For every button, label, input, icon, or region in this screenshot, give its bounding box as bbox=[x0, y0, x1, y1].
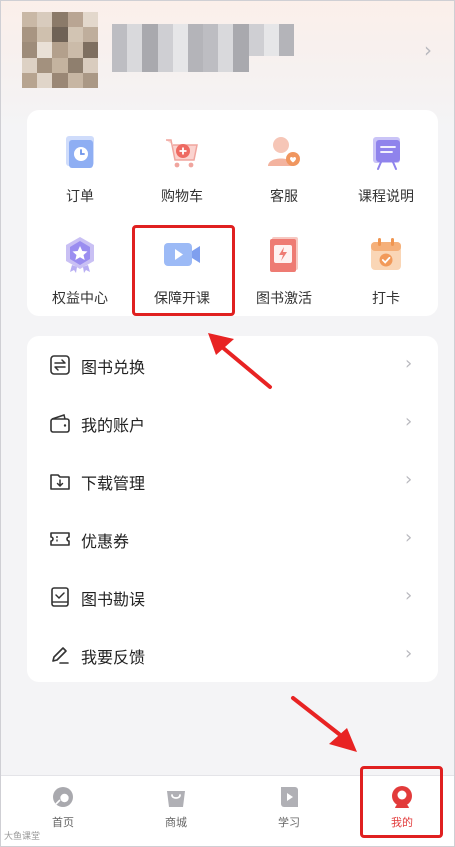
menu-item-my-account[interactable]: 我的账户 › bbox=[27, 394, 438, 452]
grid-item-guaranteed-course[interactable]: 保障开课 bbox=[131, 212, 233, 307]
profile-header[interactable]: › bbox=[0, 0, 455, 100]
menu-item-feedback[interactable]: 我要反馈 › bbox=[27, 626, 438, 684]
pencil-icon bbox=[49, 645, 71, 665]
profile-icon bbox=[389, 784, 415, 810]
grid-item-label: 图书激活 bbox=[256, 291, 312, 307]
order-icon bbox=[60, 132, 100, 172]
tab-label: 首页 bbox=[52, 816, 74, 829]
course-intro-icon bbox=[366, 132, 406, 172]
tab-label: 商城 bbox=[165, 816, 187, 829]
menu-list-card: 图书兑换 › 我的账户 › 下载管理 › 优惠券 › 图书勘误 › 我要反馈 › bbox=[27, 336, 438, 682]
shopping-cart-icon bbox=[162, 132, 202, 172]
function-grid-card: 订单 购物车 客服 课程说明 权益中心 保障开课 图书激活 打卡 bbox=[27, 110, 438, 316]
grid-item-label: 客服 bbox=[270, 189, 298, 205]
grid-item-label: 权益中心 bbox=[52, 291, 108, 307]
book-check-icon bbox=[49, 587, 71, 607]
exchange-icon bbox=[49, 355, 71, 375]
menu-item-coupons[interactable]: 优惠券 › bbox=[27, 510, 438, 568]
tab-shop[interactable]: 商城 bbox=[119, 776, 233, 847]
check-in-calendar-icon bbox=[366, 234, 406, 274]
menu-item-label: 图书勘误 bbox=[81, 590, 146, 609]
grid-item-label: 打卡 bbox=[372, 291, 400, 307]
grid-item-label: 购物车 bbox=[161, 189, 203, 205]
customer-service-icon bbox=[264, 132, 304, 172]
tab-label: 学习 bbox=[278, 816, 300, 829]
chevron-right-icon: › bbox=[405, 353, 413, 374]
tab-study[interactable]: 学习 bbox=[232, 776, 346, 847]
book-activate-icon bbox=[264, 234, 304, 274]
grid-item-benefits[interactable]: 权益中心 bbox=[29, 212, 131, 307]
play-book-icon bbox=[276, 784, 302, 810]
tab-mine[interactable]: 我的 bbox=[345, 776, 455, 847]
grid-item-cart[interactable]: 购物车 bbox=[131, 110, 233, 205]
home-icon bbox=[50, 784, 76, 810]
annotation-arrow-down-icon bbox=[291, 696, 357, 752]
chevron-right-icon: › bbox=[405, 643, 413, 664]
menu-item-label: 我的账户 bbox=[81, 416, 146, 435]
menu-item-label: 下载管理 bbox=[81, 474, 146, 493]
menu-item-label: 图书兑换 bbox=[81, 358, 146, 377]
download-folder-icon bbox=[49, 471, 71, 491]
coupon-icon bbox=[49, 529, 71, 549]
user-name-blurred bbox=[112, 24, 294, 72]
grid-item-label: 课程说明 bbox=[358, 189, 414, 205]
grid-item-book-activate[interactable]: 图书激活 bbox=[233, 212, 335, 307]
wallet-icon bbox=[49, 413, 71, 433]
shop-bag-icon bbox=[163, 784, 189, 810]
tab-label: 我的 bbox=[391, 816, 413, 829]
grid-item-service[interactable]: 客服 bbox=[233, 110, 335, 205]
menu-item-book-errata[interactable]: 图书勘误 › bbox=[27, 568, 438, 626]
video-camera-icon bbox=[162, 234, 202, 274]
watermark: 大鱼课堂 bbox=[4, 832, 41, 842]
menu-item-book-exchange[interactable]: 图书兑换 › bbox=[27, 336, 438, 394]
menu-item-download-manager[interactable]: 下载管理 › bbox=[27, 452, 438, 510]
chevron-right-icon: › bbox=[405, 527, 413, 548]
chevron-right-icon: › bbox=[405, 469, 413, 490]
grid-item-order[interactable]: 订单 bbox=[29, 110, 131, 205]
grid-item-label: 保障开课 bbox=[154, 291, 210, 307]
benefits-badge-icon bbox=[60, 234, 100, 274]
avatar[interactable] bbox=[22, 12, 98, 88]
grid-item-course-intro[interactable]: 课程说明 bbox=[335, 110, 437, 205]
chevron-right-icon[interactable]: › bbox=[424, 40, 440, 60]
grid-item-label: 订单 bbox=[66, 189, 94, 205]
grid-item-check-in[interactable]: 打卡 bbox=[335, 212, 437, 307]
chevron-right-icon: › bbox=[405, 411, 413, 432]
bottom-tab-bar: 首页 商城 学习 我的 bbox=[0, 775, 455, 847]
menu-item-label: 优惠券 bbox=[81, 532, 130, 551]
menu-item-label: 我要反馈 bbox=[81, 648, 146, 667]
chevron-right-icon: › bbox=[405, 585, 413, 606]
